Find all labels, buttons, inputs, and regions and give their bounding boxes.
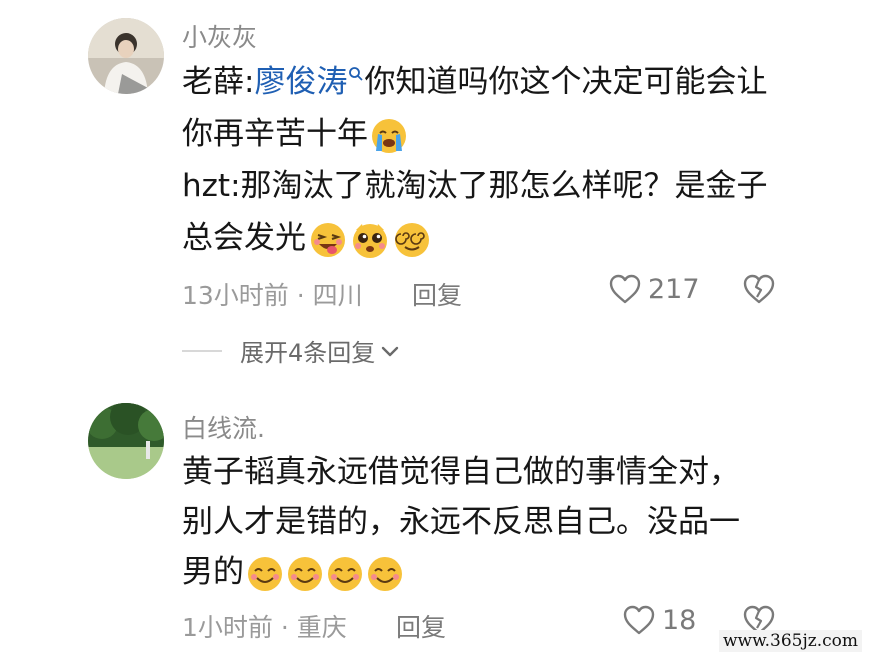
comment-text: 你再辛苦十年 [182, 116, 368, 152]
comment-text: 黄子韬真永远借觉得自己做的事情全对， [182, 454, 740, 490]
timestamp: 13小时前 [182, 281, 289, 310]
comment-text-line: 你再辛苦十年 [182, 114, 408, 155]
comment-text-line: 总会发光 [182, 218, 432, 260]
watermark: www.365jz.com [719, 630, 862, 652]
smiling-face-emoji-icon [368, 556, 402, 591]
comment-text: hzt:那淘汰了就淘汰了那怎么样呢？是金子 [182, 168, 768, 204]
location: 四川 [312, 281, 363, 310]
expand-replies-label: 展开4条回复 [240, 339, 376, 367]
smiling-face-emoji-icon [328, 556, 362, 591]
chevron-down-icon [382, 346, 399, 356]
meta-separator: · [296, 281, 305, 310]
like-count: 217 [648, 273, 700, 305]
broken-heart-icon [743, 274, 775, 304]
smiling-face-emoji-icon [288, 556, 322, 591]
expand-replies-button[interactable]: 展开4条回复 [182, 333, 401, 368]
dizzy-face-emoji-icon [395, 222, 429, 257]
location: 重庆 [296, 613, 347, 642]
meta-separator: · [280, 613, 289, 642]
quote-prefix: 老薛: [182, 64, 255, 100]
username[interactable]: 小灰灰 [182, 18, 257, 54]
comment-text: 别人才是错的，永远不反思自己。没品一 [182, 504, 740, 540]
comment-text-line: 老薛:廖俊涛 你知道吗你这个决定可能会让 [182, 62, 767, 102]
like-count: 18 [662, 604, 697, 636]
mention-link[interactable]: 廖俊涛 [254, 64, 364, 100]
timestamp: 1小时前 [182, 613, 273, 642]
smiling-face-emoji-icon [248, 556, 282, 591]
dislike-button[interactable] [742, 273, 776, 309]
comment-meta: 13小时前 · 四川 [182, 276, 363, 312]
pleading-face-emoji-icon [353, 223, 387, 258]
divider-line [182, 349, 222, 352]
comment-text: 你知道吗你这个决定可能会让 [364, 64, 768, 100]
comment-meta: 1小时前 · 重庆 [182, 608, 347, 644]
comment-text-line: hzt:那淘汰了就淘汰了那怎么样呢？是金子 [182, 166, 768, 206]
username[interactable]: 白线流. [182, 409, 265, 445]
reply-button[interactable]: 回复 [396, 608, 446, 644]
comment-text-line: 别人才是错的，永远不反思自己。没品一 [182, 502, 740, 542]
like-button[interactable]: 18 [622, 604, 696, 636]
comment-text-line: 黄子韬真永远借觉得自己做的事情全对， [182, 452, 740, 492]
comment-text-line: 男的 [182, 552, 404, 593]
crying-face-emoji-icon [372, 118, 406, 153]
winking-tongue-emoji-icon [311, 222, 345, 257]
person-avatar-icon [88, 18, 164, 94]
avatar[interactable] [88, 403, 164, 479]
landscape-avatar-icon [88, 403, 164, 479]
search-icon [349, 67, 364, 81]
avatar[interactable] [88, 18, 164, 94]
heart-icon [609, 274, 641, 304]
reply-button[interactable]: 回复 [412, 276, 462, 312]
mention-name[interactable]: 廖俊涛 [254, 64, 347, 100]
like-button[interactable]: 217 [608, 273, 700, 305]
comment-text: 总会发光 [182, 220, 306, 256]
comment-text: 男的 [182, 554, 244, 590]
heart-icon [623, 605, 655, 635]
